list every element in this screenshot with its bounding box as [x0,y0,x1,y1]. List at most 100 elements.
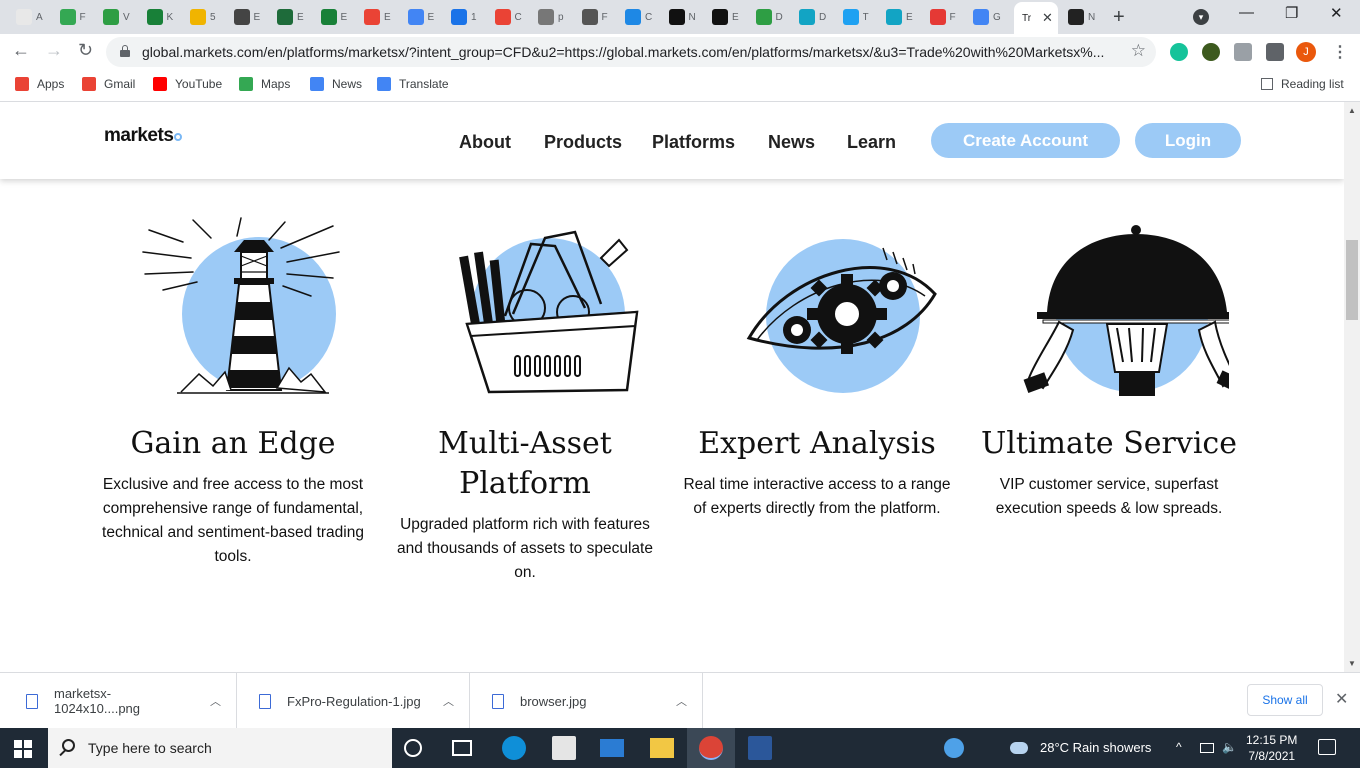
bookmark-label: YouTube [175,77,223,91]
site-logo[interactable]: markets [104,125,183,147]
bookmark-news[interactable]: News [310,77,362,91]
browser-tab[interactable]: 5 [184,5,224,29]
volume-icon[interactable]: 🔈 [1222,740,1237,754]
bookmark-gmail[interactable]: Gmail [82,77,135,91]
close-icon[interactable]: ✕ [1335,689,1348,709]
reading-list[interactable]: Reading list [1261,77,1344,91]
browser-tab[interactable]: E [228,5,268,29]
taskbar-search-input[interactable]: Type here to search [48,728,392,768]
browser-tab[interactable]: D [793,5,833,29]
scroll-thumb[interactable] [1346,240,1358,320]
browser-tab[interactable]: E [880,5,920,29]
chevron-up-icon[interactable]: ^ [1176,740,1182,754]
task-view-icon[interactable] [452,740,472,756]
browser-tab[interactable]: p [532,5,572,29]
notification-icon[interactable] [1318,739,1336,755]
chevron-up-icon[interactable]: ︿ [210,693,221,709]
chevron-up-icon[interactable]: ︿ [676,693,687,709]
puzzle-extensions-icon[interactable] [1266,43,1284,61]
browser-tab[interactable]: E [315,5,355,29]
mail-icon[interactable] [600,739,624,757]
browser-tab[interactable]: G [967,5,1007,29]
tab-active[interactable]: Tr ✕ [1014,2,1058,34]
word-icon[interactable] [748,736,772,760]
download-item[interactable]: browser.jpg ︿ [470,673,703,729]
windows-start-icon[interactable] [14,740,32,758]
bookmark-translate[interactable]: Translate [377,77,449,91]
browser-tab[interactable]: T [837,5,877,29]
forward-icon[interactable]: → [45,40,63,61]
grammarly-extension-icon[interactable] [1170,43,1188,61]
browser-tab[interactable]: A [10,5,50,29]
browser-tab[interactable]: D [750,5,790,29]
battery-icon[interactable] [1200,743,1214,753]
download-bar: marketsx-1024x10....png ︿ FxPro-Regulati… [0,672,1360,729]
tab-extra[interactable]: N [1062,5,1098,29]
chevron-up-icon[interactable]: ︿ [443,693,454,709]
window-close-icon[interactable]: ✕ [1330,4,1343,22]
bookmark-maps[interactable]: Maps [239,77,290,91]
browser-tab[interactable]: E [706,5,746,29]
profile-avatar[interactable]: J [1296,42,1316,62]
basket-icon [405,212,645,412]
url-text[interactable]: global.markets.com/en/platforms/marketsx… [142,44,1122,60]
browser-tab[interactable]: V [97,5,137,29]
back-icon[interactable]: ← [12,40,30,61]
reload-icon[interactable]: ↻ [78,40,93,61]
menu-kebab-icon[interactable]: ⋮ [1332,42,1348,62]
download-item[interactable]: marketsx-1024x10....png ︿ [4,673,237,729]
browser-tab[interactable]: K [141,5,181,29]
restore-icon[interactable]: ❐ [1285,4,1298,22]
browser-tab[interactable]: F [576,5,616,29]
taskbar-chrome-button[interactable] [687,728,735,768]
browser-tab[interactable]: E [402,5,442,29]
bookmark-apps[interactable]: Apps [15,77,64,91]
file-explorer-icon[interactable] [650,738,674,758]
show-all-button[interactable]: Show all [1247,684,1323,716]
tab-search-icon[interactable]: ▾ [1193,9,1209,25]
browser-tab[interactable]: C [489,5,529,29]
extension-icon[interactable] [1202,43,1220,61]
rain-cloud-icon [1010,741,1028,754]
store-icon[interactable] [552,736,576,760]
page-scrollbar[interactable]: ▲ ▼ [1344,102,1360,672]
address-bar[interactable]: global.markets.com/en/platforms/marketsx… [106,37,1156,67]
tab-label: V [123,11,130,23]
nav-products[interactable]: Products [544,132,622,153]
download-item[interactable]: FxPro-Regulation-1.jpg ︿ [237,673,470,729]
scroll-down-icon[interactable]: ▼ [1348,659,1356,668]
scroll-up-icon[interactable]: ▲ [1348,106,1356,115]
nav-news[interactable]: News [768,132,815,153]
bookmark-label: Maps [261,77,291,91]
weather-widget[interactable]: 28°C Rain showers [1010,740,1151,755]
tab-label: p [558,11,564,23]
new-tab-icon[interactable]: + [1113,6,1125,29]
create-account-button[interactable]: Create Account [931,123,1120,158]
nav-learn[interactable]: Learn [847,132,896,153]
minimize-icon[interactable]: — [1239,4,1254,21]
taskbar-clock[interactable]: 12:15 PM 7/8/2021 [1246,732,1297,764]
tab-label: D [775,11,783,23]
tab-favicon [277,9,293,25]
bookmark-youtube[interactable]: YouTube [153,77,222,91]
browser-tab[interactable]: N [663,5,703,29]
tab-favicon [581,9,598,25]
tab-favicon [103,9,119,25]
browser-tab[interactable]: E [358,5,398,29]
browser-tab[interactable]: F [924,5,964,29]
edge-icon[interactable] [502,736,526,760]
nav-platforms[interactable]: Platforms [652,132,735,153]
browser-tab[interactable]: E [271,5,311,29]
browser-tab[interactable]: F [54,5,94,29]
bookmark-star-icon[interactable]: ☆ [1131,41,1146,61]
close-icon[interactable]: ✕ [1042,10,1053,26]
login-button[interactable]: Login [1135,123,1241,158]
extension-icon[interactable] [1234,43,1252,61]
browser-tab[interactable]: C [619,5,659,29]
feature-description: Upgraded platform rich with features and… [397,516,653,581]
help-icon[interactable] [944,738,964,758]
cortana-icon[interactable] [404,739,422,757]
browser-tab[interactable]: 1 [445,5,485,29]
nav-about[interactable]: About [459,132,511,153]
tab-favicon [712,9,728,25]
